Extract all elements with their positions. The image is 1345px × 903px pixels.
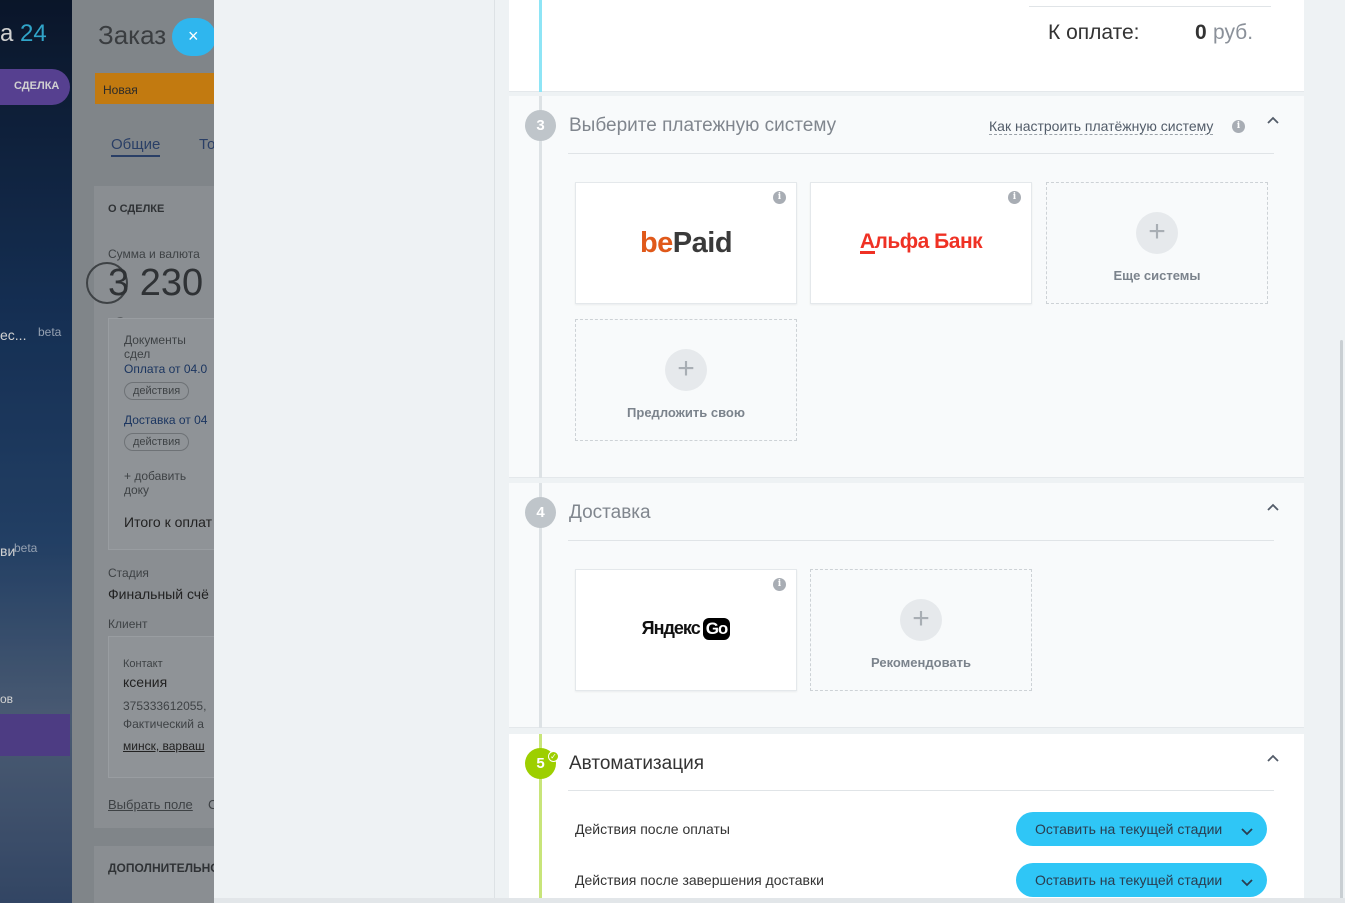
- plus-icon: +: [1136, 212, 1178, 254]
- section-divider: [568, 540, 1274, 541]
- plus-icon: +: [665, 349, 707, 391]
- alfabank-logo-letter: А: [859, 230, 875, 254]
- payment-actions-dropdown[interactable]: действия: [124, 382, 190, 400]
- scrollbar-track[interactable]: [1305, 0, 1345, 903]
- alfabank-logo: Альфа Банк: [811, 230, 1031, 254]
- select-field-link[interactable]: Выбрать поле: [108, 797, 193, 812]
- automation-section-title: Автоматизация: [569, 753, 704, 774]
- alfabank-card[interactable]: i Альфа Банк: [810, 182, 1032, 304]
- after-delivery-label: Действия после завершения доставки: [575, 872, 824, 888]
- scrollbar-thumb[interactable]: [1340, 340, 1343, 900]
- automation-section: 5 ✓ Автоматизация Действия после оплаты …: [509, 734, 1304, 903]
- delivery-actions-dropdown[interactable]: действия: [124, 433, 190, 451]
- suggest-system-card[interactable]: + Предложить свою: [575, 319, 797, 441]
- info-icon[interactable]: i: [773, 578, 786, 591]
- step-number-3: 3: [525, 110, 556, 141]
- overlay-dim: [0, 0, 72, 903]
- total-to-pay-label: Итого к оплат: [124, 514, 213, 530]
- setup-payment-link[interactable]: Как настроить платёжную систему: [989, 118, 1214, 135]
- collapse-chevron-icon[interactable]: [1267, 503, 1279, 515]
- collapse-chevron-icon[interactable]: [1267, 754, 1279, 766]
- slider-left-area: [214, 0, 495, 903]
- contact-label: Контакт: [123, 658, 163, 670]
- total-currency: руб.: [1213, 21, 1254, 44]
- order-slider-panel: К оплате: 0 руб. 3 Выберите платежную си…: [214, 0, 1345, 903]
- yandex-go-card[interactable]: i Яндекс Go: [575, 569, 797, 691]
- client-label: Клиент: [108, 617, 148, 631]
- yandex-go-logo: Яндекс Go: [576, 618, 796, 640]
- documents-label: Документы сдел: [124, 333, 186, 361]
- check-icon: ✓: [548, 751, 559, 762]
- order-content: К оплате: 0 руб. 3 Выберите платежную си…: [509, 0, 1305, 903]
- deal-stage-bar[interactable]: Новая: [95, 73, 214, 104]
- deal-card: Заказ Новая Общие То О СДЕЛКЕ Сумма и ва…: [72, 0, 214, 903]
- bepaid-logo: bePaid: [576, 227, 796, 260]
- tab-products[interactable]: То: [199, 136, 214, 153]
- payment-system-section: 3 Выберите платежную систему Как настрои…: [509, 96, 1304, 478]
- timeline-line: [539, 0, 542, 92]
- deal-title: Заказ: [98, 20, 167, 50]
- step-number-4: 4: [525, 497, 556, 528]
- section-divider: [568, 790, 1274, 791]
- add-document-link[interactable]: + добавить доку: [124, 469, 214, 497]
- bepaid-logo-rest: Paid: [672, 227, 733, 259]
- contact-address-label: Фактический а: [123, 717, 204, 731]
- contact-address[interactable]: минск, варваш: [123, 739, 205, 753]
- go-logo-badge: Go: [702, 618, 731, 640]
- about-deal-header: О СДЕЛКЕ: [108, 203, 165, 215]
- info-icon[interactable]: i: [773, 191, 786, 204]
- after-payment-value: Оставить на текущей стадии: [1035, 821, 1223, 837]
- close-slider-button[interactable]: ×: [172, 18, 216, 56]
- sum-label: Сумма и валюта: [108, 247, 200, 261]
- timeline-line: [539, 96, 542, 478]
- payment-document-link[interactable]: Оплата от 04.0: [124, 362, 207, 376]
- total-value: 0: [1195, 21, 1207, 44]
- yandex-logo-text: Яндекс: [641, 618, 701, 638]
- info-icon[interactable]: i: [1232, 120, 1245, 133]
- contact-phone[interactable]: 375333612055,: [123, 699, 206, 713]
- chevron-down-icon: [1241, 823, 1253, 836]
- collapse-chevron-icon[interactable]: [1267, 116, 1279, 128]
- background-app-sidebar: а 24 СДЕЛКА ес... beta ви beta ов: [0, 0, 72, 903]
- contact-name[interactable]: ксения: [123, 674, 167, 690]
- plus-icon: +: [900, 599, 942, 641]
- close-icon: ×: [188, 26, 199, 46]
- delivery-document-link[interactable]: Доставка от 04: [124, 413, 207, 427]
- total-divider: [1029, 6, 1271, 7]
- after-delivery-value: Оставить на текущей стадии: [1035, 872, 1223, 888]
- after-delivery-select[interactable]: Оставить на текущей стадии: [1016, 863, 1267, 897]
- more-systems-label: Еще системы: [1113, 268, 1201, 283]
- section-divider: [568, 153, 1274, 154]
- additional-header: ДОПОЛНИТЕЛЬНО: [108, 861, 214, 875]
- recommend-delivery-card[interactable]: + Рекомендовать: [810, 569, 1032, 691]
- recommend-label: Рекомендовать: [871, 655, 971, 670]
- after-payment-select[interactable]: Оставить на текущей стадии: [1016, 812, 1267, 846]
- stage-label: Стадия: [108, 566, 149, 580]
- tab-general[interactable]: Общие: [111, 136, 161, 157]
- after-payment-label: Действия после оплаты: [575, 821, 730, 837]
- slider-bottom-edge: [214, 898, 1345, 903]
- bepaid-card[interactable]: i bePaid: [575, 182, 797, 304]
- bepaid-logo-prefix: be: [639, 227, 673, 259]
- chevron-down-icon: [1241, 874, 1253, 887]
- delivery-section: 4 Доставка i Яндекс Go + Рекомендовать: [509, 483, 1304, 728]
- more-systems-card[interactable]: + Еще системы: [1046, 182, 1268, 304]
- stage-value: Финальный счё: [108, 586, 209, 602]
- total-label: К оплате:: [1048, 21, 1140, 44]
- alfabank-logo-rest: льфа Банк: [874, 230, 983, 253]
- info-icon[interactable]: i: [1008, 191, 1021, 204]
- delivery-section-title: Доставка: [569, 502, 651, 523]
- payment-section-title: Выберите платежную систему: [569, 115, 837, 136]
- order-total-section: К оплате: 0 руб.: [509, 0, 1304, 92]
- suggest-system-label: Предложить свою: [627, 405, 745, 420]
- sum-amount: 3 230: [108, 262, 204, 304]
